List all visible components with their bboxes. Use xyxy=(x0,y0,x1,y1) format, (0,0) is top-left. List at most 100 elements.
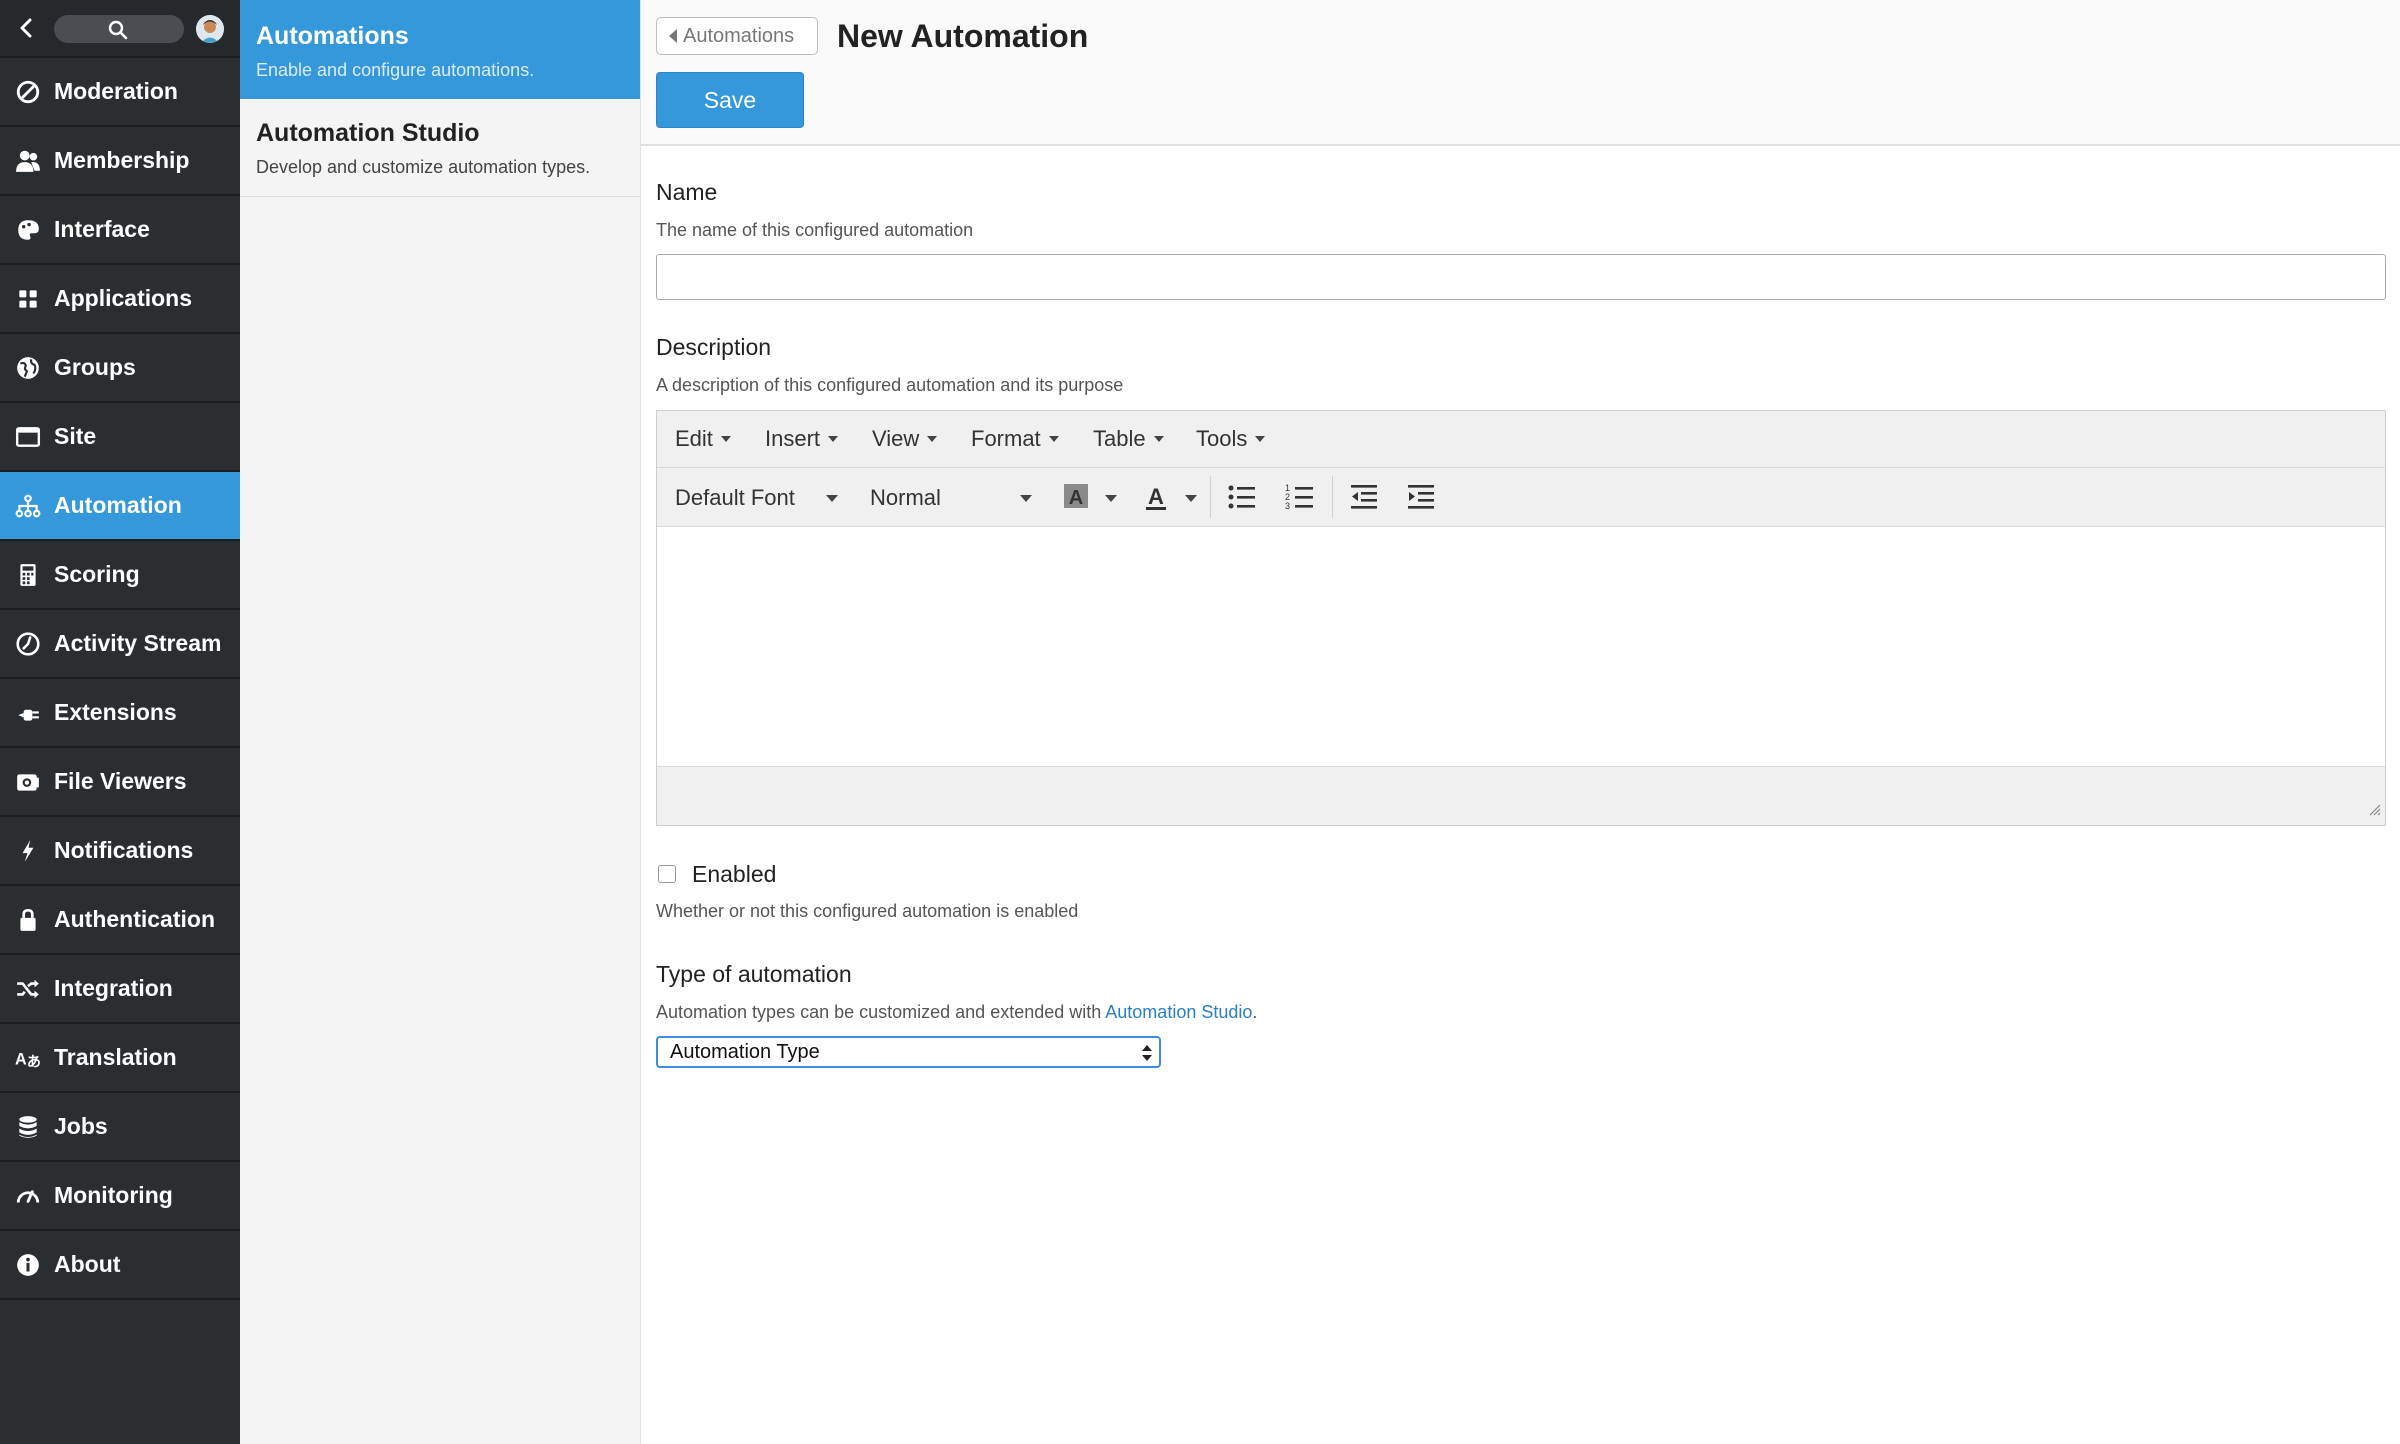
menu-edit[interactable]: Edit xyxy=(675,426,731,452)
nav-item-membership[interactable]: Membership xyxy=(0,127,240,196)
nav-item-integration[interactable]: Integration xyxy=(0,955,240,1024)
nav-item-label: Automation xyxy=(54,492,182,518)
breadcrumb-label: Automations xyxy=(683,24,795,47)
subnav-item-description: Enable and configure automations. xyxy=(256,60,535,80)
grid-icon xyxy=(14,285,42,313)
window-icon xyxy=(14,423,42,451)
caret-down-icon xyxy=(1048,436,1059,442)
nav-item-label: Scoring xyxy=(54,561,140,587)
font-family-select[interactable]: Default Font xyxy=(675,485,795,511)
nav-item-about[interactable]: About xyxy=(0,1231,240,1300)
name-label: Name xyxy=(656,179,718,205)
clock-icon xyxy=(14,630,42,658)
type-label: Type of automation xyxy=(656,961,852,987)
lock-icon xyxy=(14,906,42,934)
enabled-label[interactable]: Enabled xyxy=(692,861,776,888)
editor-status-bar xyxy=(657,766,2385,825)
nav-item-site[interactable]: Site xyxy=(0,403,240,472)
nav-item-automation[interactable]: Automation xyxy=(0,472,240,541)
nav-item-label: Extensions xyxy=(54,699,177,725)
save-button[interactable]: Save xyxy=(656,72,804,128)
avatar[interactable] xyxy=(196,15,224,43)
automation-studio-link[interactable]: Automation Studio xyxy=(1105,1002,1252,1022)
ban-icon xyxy=(14,78,42,106)
nav-search-button[interactable] xyxy=(54,15,184,43)
nav-item-interface[interactable]: Interface xyxy=(0,196,240,265)
outdent-icon[interactable] xyxy=(1349,482,1379,517)
svg-text:3: 3 xyxy=(1285,501,1290,511)
automation-type-select[interactable]: Automation Type xyxy=(656,1036,1161,1068)
translate-icon: Aあ xyxy=(14,1044,42,1072)
nav-item-label: Integration xyxy=(54,975,173,1001)
nav-item-activity-stream[interactable]: Activity Stream xyxy=(0,610,240,679)
nav-item-label: Applications xyxy=(54,285,193,311)
editor-content-area[interactable] xyxy=(657,527,2385,767)
editor-menu-bar: Edit Insert View Format Table Tools xyxy=(657,411,2385,468)
block-format-select[interactable]: Normal xyxy=(870,485,941,511)
camera-icon xyxy=(14,768,42,796)
resize-handle-icon[interactable] xyxy=(2367,802,2381,821)
type-help-text: Automation types can be customized and e… xyxy=(656,1002,1106,1022)
nav-item-monitoring[interactable]: Monitoring xyxy=(0,1162,240,1231)
text-color-icon[interactable]: A xyxy=(1142,482,1170,517)
nav-item-label: Monitoring xyxy=(54,1182,173,1208)
menu-format[interactable]: Format xyxy=(971,426,1059,452)
breadcrumb-back-button[interactable]: Automations xyxy=(656,17,818,55)
toolbar-divider xyxy=(1332,476,1333,518)
nav-item-label: Site xyxy=(54,423,97,449)
name-input[interactable] xyxy=(656,254,2386,300)
type-help: Automation types can be customized and e… xyxy=(656,1002,1257,1023)
toolbar-divider xyxy=(1210,476,1211,518)
menu-table[interactable]: Table xyxy=(1093,426,1164,452)
select-value: Automation Type xyxy=(670,1040,820,1063)
nav-item-scoring[interactable]: Scoring xyxy=(0,541,240,610)
type-help-suffix: . xyxy=(1252,1002,1258,1022)
caret-down-icon[interactable] xyxy=(1020,495,1032,502)
caret-down-icon xyxy=(927,436,938,442)
caret-down-icon[interactable] xyxy=(1105,495,1117,502)
nav-item-groups[interactable]: Groups xyxy=(0,334,240,403)
caret-down-icon xyxy=(1153,436,1164,442)
caret-down-icon xyxy=(828,436,839,442)
nav-item-applications[interactable]: Applications xyxy=(0,265,240,334)
select-arrows-icon xyxy=(1142,1045,1152,1061)
palette-icon xyxy=(14,216,42,244)
menu-view[interactable]: View xyxy=(872,426,938,452)
back-chevron-icon[interactable] xyxy=(14,14,40,42)
nav-item-moderation[interactable]: Moderation xyxy=(0,58,240,127)
nav-item-label: Interface xyxy=(54,216,150,242)
subnav-item-automation-studio[interactable]: Automation Studio Develop and customize … xyxy=(240,99,640,197)
menu-insert[interactable]: Insert xyxy=(765,426,839,452)
info-icon xyxy=(14,1251,42,1279)
enabled-help: Whether or not this configured automatio… xyxy=(656,901,1079,921)
rich-text-editor: Edit Insert View Format Table Tools Defa… xyxy=(656,410,2386,826)
nav-item-file-viewers[interactable]: File Viewers xyxy=(0,748,240,817)
indent-icon[interactable] xyxy=(1406,482,1436,517)
nav-item-extensions[interactable]: Extensions xyxy=(0,679,240,748)
nav-item-jobs[interactable]: Jobs xyxy=(0,1093,240,1162)
svg-text:A: A xyxy=(15,1050,27,1068)
nav-item-translation[interactable]: A あ Translation xyxy=(0,1024,240,1093)
nav-item-label: Membership xyxy=(54,147,190,173)
enabled-checkbox[interactable] xyxy=(658,865,676,883)
caret-down-icon xyxy=(1255,436,1266,442)
subnav-item-automations[interactable]: Automations Enable and configure automat… xyxy=(240,0,640,99)
nav-item-label: Authentication xyxy=(54,906,215,932)
background-color-icon[interactable]: A xyxy=(1062,482,1090,517)
shuffle-icon xyxy=(14,975,42,1003)
menu-tools[interactable]: Tools xyxy=(1196,426,1266,452)
bullet-list-icon[interactable] xyxy=(1227,482,1257,517)
numbered-list-icon[interactable]: 123 xyxy=(1285,482,1315,517)
editor-toolbar: Default Font Normal A A 123 xyxy=(657,468,2385,527)
caret-down-icon[interactable] xyxy=(826,495,838,502)
caret-down-icon[interactable] xyxy=(1185,495,1197,502)
nav-item-notifications[interactable]: Notifications xyxy=(0,817,240,886)
nav-item-label: About xyxy=(54,1251,121,1277)
menu-label: Table xyxy=(1093,426,1146,451)
nav-item-label: Notifications xyxy=(54,837,194,863)
plug-icon xyxy=(14,699,42,727)
bolt-icon xyxy=(14,837,42,865)
nav-item-authentication[interactable]: Authentication xyxy=(0,886,240,955)
subnav-item-description: Develop and customize automation types. xyxy=(256,157,591,177)
menu-label: Format xyxy=(971,426,1041,451)
